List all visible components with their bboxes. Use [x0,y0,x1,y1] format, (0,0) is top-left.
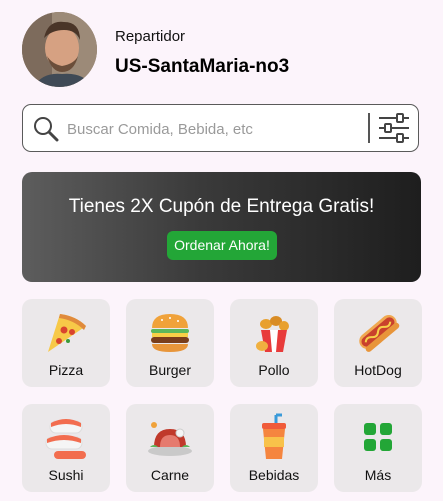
category-hotdog[interactable]: HotDog [334,299,422,387]
order-now-button[interactable]: Ordenar Ahora! [167,231,277,260]
category-label: Bebidas [248,467,300,483]
pizza-icon [48,314,86,352]
avatar[interactable] [22,12,97,87]
category-label: Pollo [258,362,290,378]
category-carne[interactable]: Carne [126,404,214,492]
category-pizza[interactable]: Pizza [22,299,110,387]
category-label: HotDog [354,362,402,378]
category-label: Más [364,467,392,483]
search-icon[interactable] [33,116,59,147]
category-mas[interactable]: Más [334,404,422,492]
grid-icon [364,423,392,451]
category-burger[interactable]: Burger [126,299,214,387]
category-sushi[interactable]: Sushi [22,404,110,492]
sushi-icon [45,419,86,459]
chicken-icon [256,316,289,352]
search-divider [368,113,370,143]
drink-icon [262,413,286,459]
category-label: Carne [150,467,190,483]
category-bebidas[interactable]: Bebidas [230,404,318,492]
category-label: Sushi [48,467,84,483]
search-bar[interactable]: Buscar Comida, Bebida, etc [22,104,419,152]
search-input[interactable]: Buscar Comida, Bebida, etc [67,121,253,138]
hotdog-icon [359,315,400,352]
category-label: Burger [148,362,192,378]
category-pollo[interactable]: Pollo [230,299,318,387]
username: US-SantaMaria-no3 [115,56,290,77]
burger-icon [151,314,189,352]
meat-icon [148,422,192,456]
user-role: Repartidor [115,28,186,45]
category-label: Pizza [48,362,84,378]
filter-icon[interactable] [377,112,411,149]
profile-header: Repartidor US-SantaMaria-no3 [22,12,422,88]
promo-title: Tienes 2X Cupón de Entrega Gratis! [68,196,375,217]
promo-banner: Tienes 2X Cupón de Entrega Gratis! Orden… [22,172,421,282]
